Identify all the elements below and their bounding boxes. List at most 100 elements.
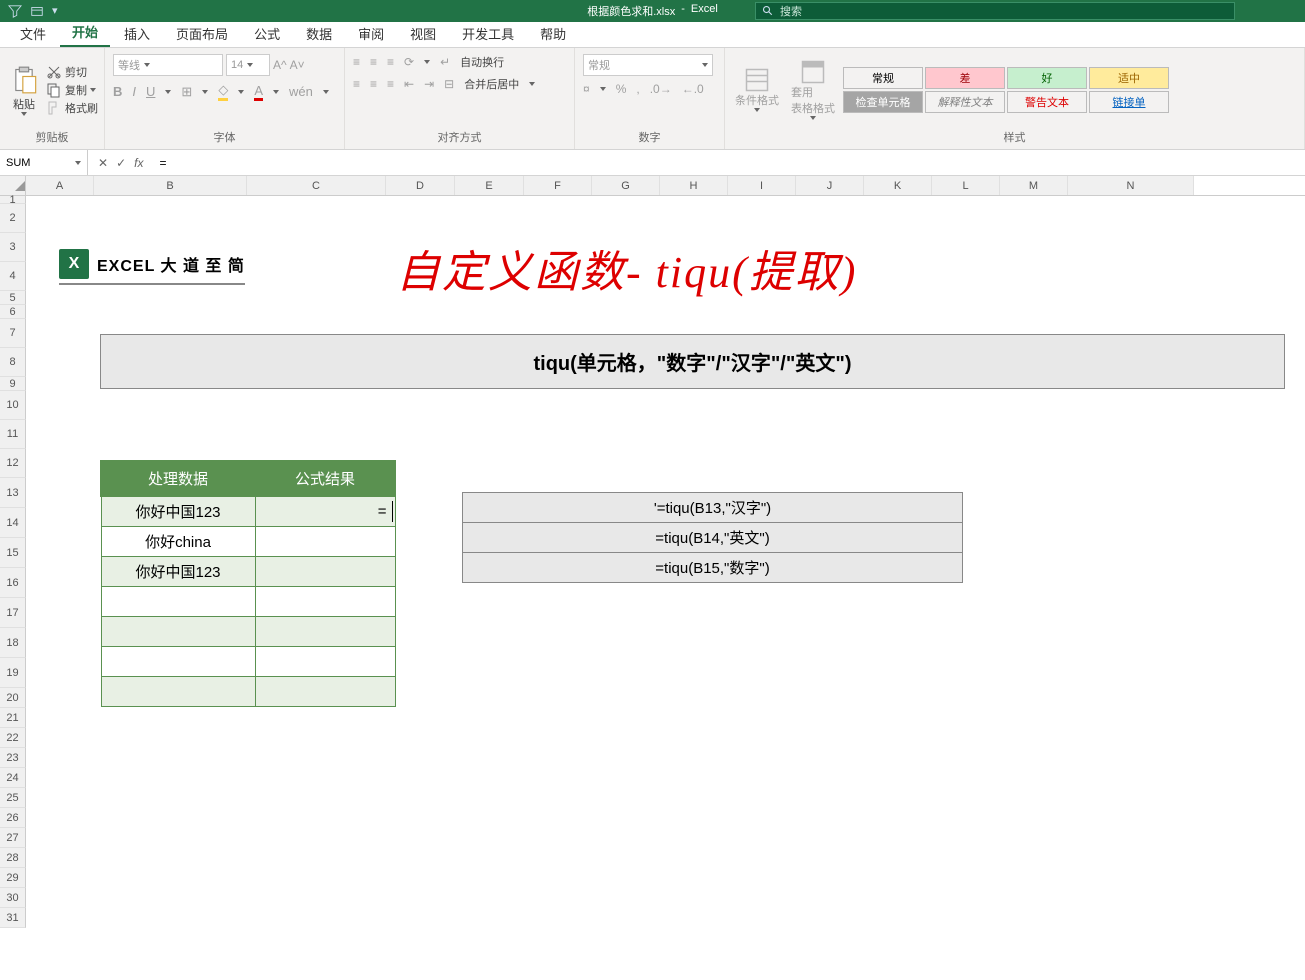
style-explain[interactable]: 解释性文本 <box>925 91 1005 113</box>
select-all-corner[interactable] <box>0 176 26 195</box>
format-painter-button[interactable]: 格式刷 <box>46 100 98 116</box>
tab-home[interactable]: 开始 <box>60 18 110 47</box>
cell-c19[interactable] <box>255 676 395 706</box>
row-header-22[interactable]: 22 <box>0 728 26 748</box>
col-header-B[interactable]: B <box>94 176 247 195</box>
increase-decimal-icon[interactable]: .0→ <box>650 82 672 96</box>
col-header-F[interactable]: F <box>524 176 592 195</box>
formula-input[interactable]: = <box>153 156 1305 170</box>
row-header-12[interactable]: 12 <box>0 449 26 478</box>
row-header-8[interactable]: 8 <box>0 348 26 377</box>
tab-dev[interactable]: 开发工具 <box>450 20 526 47</box>
col-header-J[interactable]: J <box>796 176 864 195</box>
row-header-25[interactable]: 25 <box>0 788 26 808</box>
cell-b19[interactable] <box>101 676 255 706</box>
style-normal[interactable]: 常规 <box>843 67 923 89</box>
col-header-E[interactable]: E <box>455 176 524 195</box>
number-format-select[interactable]: 常规 <box>583 54 713 76</box>
col-header-G[interactable]: G <box>592 176 660 195</box>
cell-b15[interactable]: 你好中国123 <box>101 556 255 586</box>
percent-icon[interactable]: % <box>616 82 627 96</box>
phonetic-button[interactable]: wén <box>289 84 313 99</box>
fill-color-button[interactable]: ◇ <box>218 82 228 101</box>
merge-cells-button[interactable]: ⊟ <box>444 77 454 91</box>
cell-b18[interactable] <box>101 646 255 676</box>
underline-button[interactable]: U <box>146 84 155 99</box>
wrap-text-button[interactable]: ↵ <box>440 55 450 69</box>
cell-c18[interactable] <box>255 646 395 676</box>
row-header-23[interactable]: 23 <box>0 748 26 768</box>
table-format-button[interactable]: 套用 表格格式 <box>787 52 839 127</box>
row-header-28[interactable]: 28 <box>0 848 26 868</box>
align-middle-icon[interactable]: ≡ <box>370 55 377 69</box>
row-header-13[interactable]: 13 <box>0 478 26 508</box>
row-header-26[interactable]: 26 <box>0 808 26 828</box>
row-header-15[interactable]: 15 <box>0 538 26 568</box>
style-check[interactable]: 检查单元格 <box>843 91 923 113</box>
font-color-button[interactable]: A <box>254 83 263 101</box>
row-header-11[interactable]: 11 <box>0 420 26 449</box>
row-header-19[interactable]: 19 <box>0 658 26 688</box>
tab-layout[interactable]: 页面布局 <box>164 20 240 47</box>
cell-c17[interactable] <box>255 616 395 646</box>
cell-grid[interactable]: X EXCEL 大 道 至 简 自定义函数- tiqu(提取) tiqu(单元格… <box>26 196 1305 928</box>
italic-button[interactable]: I <box>132 84 136 99</box>
col-header-I[interactable]: I <box>728 176 796 195</box>
row-header-20[interactable]: 20 <box>0 688 26 708</box>
col-header-A[interactable]: A <box>26 176 94 195</box>
row-header-1[interactable]: 1 <box>0 196 26 204</box>
col-header-D[interactable]: D <box>386 176 455 195</box>
name-box[interactable]: SUM <box>0 150 88 175</box>
style-bad[interactable]: 差 <box>925 67 1005 89</box>
increase-font-icon[interactable]: A^ <box>273 58 287 72</box>
tab-insert[interactable]: 插入 <box>112 20 162 47</box>
increase-indent-icon[interactable]: ⇥ <box>424 77 434 91</box>
col-header-N[interactable]: N <box>1068 176 1194 195</box>
currency-icon[interactable]: ¤ <box>583 82 590 96</box>
row-header-21[interactable]: 21 <box>0 708 26 728</box>
enter-formula-icon[interactable]: ✓ <box>116 156 126 170</box>
row-header-17[interactable]: 17 <box>0 598 26 628</box>
row-header-30[interactable]: 30 <box>0 888 26 908</box>
filter-icon[interactable] <box>8 4 22 18</box>
font-name-select[interactable]: 等线 <box>113 54 223 76</box>
cancel-formula-icon[interactable]: ✕ <box>98 156 108 170</box>
col-header-L[interactable]: L <box>932 176 1000 195</box>
col-header-M[interactable]: M <box>1000 176 1068 195</box>
row-header-5[interactable]: 5 <box>0 291 26 305</box>
col-header-K[interactable]: K <box>864 176 932 195</box>
align-top-icon[interactable]: ≡ <box>353 55 360 69</box>
style-neutral[interactable]: 适中 <box>1089 67 1169 89</box>
border-button[interactable]: ⊞ <box>181 84 192 100</box>
row-header-3[interactable]: 3 <box>0 233 26 262</box>
row-header-14[interactable]: 14 <box>0 508 26 538</box>
row-header-31[interactable]: 31 <box>0 908 26 928</box>
bold-button[interactable]: B <box>113 84 122 99</box>
cut-button[interactable]: 剪切 <box>46 64 98 80</box>
align-center-icon[interactable]: ≡ <box>370 77 377 91</box>
row-header-24[interactable]: 24 <box>0 768 26 788</box>
align-left-icon[interactable]: ≡ <box>353 77 360 91</box>
tab-data[interactable]: 数据 <box>294 20 344 47</box>
row-header-10[interactable]: 10 <box>0 391 26 420</box>
row-header-29[interactable]: 29 <box>0 868 26 888</box>
comma-icon[interactable]: , <box>636 82 639 96</box>
formula-row-2[interactable]: =tiqu(B14,"英文") <box>463 523 963 553</box>
search-box[interactable]: 搜索 <box>755 2 1235 20</box>
row-header-16[interactable]: 16 <box>0 568 26 598</box>
style-link[interactable]: 链接单 <box>1089 91 1169 113</box>
cell-c16[interactable] <box>255 586 395 616</box>
cell-b16[interactable] <box>101 586 255 616</box>
row-header-4[interactable]: 4 <box>0 262 26 291</box>
qat-overflow[interactable]: ▾ <box>52 4 58 18</box>
cell-c14[interactable] <box>255 526 395 556</box>
tab-help[interactable]: 帮助 <box>528 20 578 47</box>
cell-b13[interactable]: 你好中国123 <box>101 496 255 526</box>
cell-b17[interactable] <box>101 616 255 646</box>
style-warn[interactable]: 警告文本 <box>1007 91 1087 113</box>
font-size-select[interactable]: 14 <box>226 54 270 76</box>
align-right-icon[interactable]: ≡ <box>387 77 394 91</box>
row-header-6[interactable]: 6 <box>0 305 26 319</box>
cell-c13-editing[interactable]: = <box>255 496 395 526</box>
formula-row-1[interactable]: '=tiqu(B13,"汉字") <box>463 493 963 523</box>
